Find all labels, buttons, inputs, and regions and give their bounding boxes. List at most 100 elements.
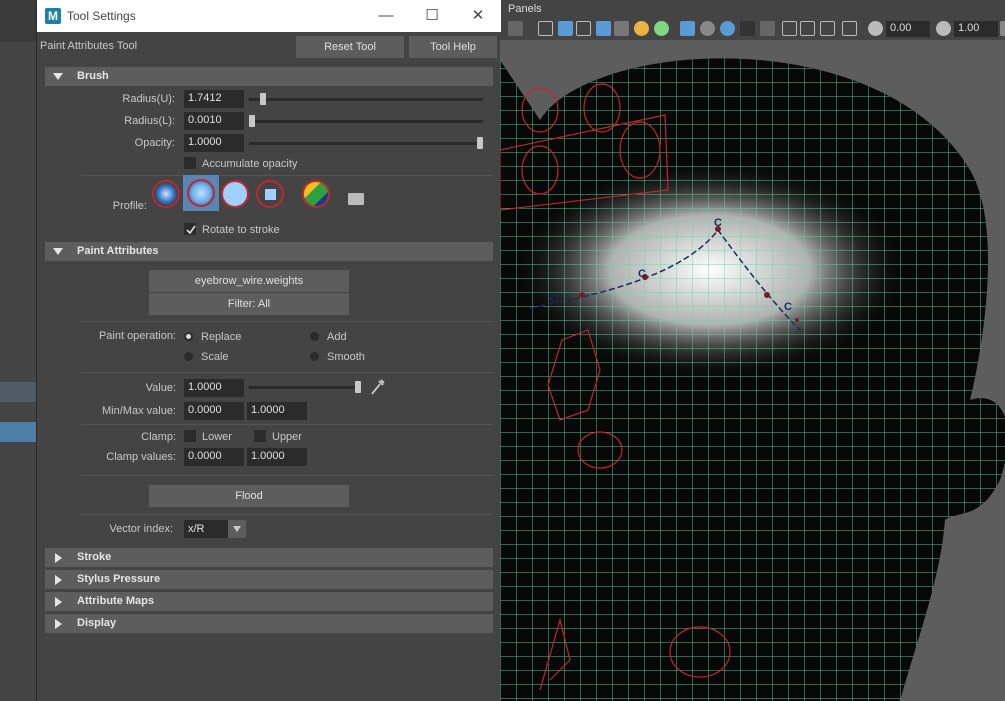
radius-l-slider[interactable] — [249, 120, 483, 123]
max-value-field[interactable]: 1.0000 — [247, 402, 307, 420]
filter-button[interactable]: Filter: All — [149, 293, 349, 315]
gamma-icon[interactable] — [936, 21, 951, 36]
section-display-header[interactable]: Display — [45, 614, 493, 633]
exposure-icon[interactable] — [868, 21, 883, 36]
value-field[interactable]: 1.0000 — [184, 379, 244, 397]
section-stroke-header[interactable]: Stroke — [45, 548, 493, 567]
bounding-box-icon[interactable] — [576, 21, 591, 36]
opacity-field[interactable]: 1.0000 — [184, 134, 244, 152]
clamp-lower-checkbox[interactable] — [184, 430, 196, 442]
menu-panels[interactable]: Panels — [508, 3, 542, 15]
resolution-gate-icon[interactable] — [782, 21, 797, 36]
folder-icon[interactable] — [348, 193, 364, 205]
tool-help-button[interactable]: Tool Help — [409, 36, 497, 58]
close-button[interactable]: ✕ — [455, 0, 501, 32]
radio-scale[interactable] — [184, 352, 193, 361]
profile-gaussian-icon[interactable] — [152, 180, 180, 208]
wireframe-on-shaded-icon[interactable] — [596, 21, 611, 36]
isolate-icon[interactable] — [720, 21, 735, 36]
clamp-max-field[interactable]: 1.0000 — [247, 448, 307, 466]
section-attribute-maps-header[interactable]: Attribute Maps — [45, 592, 493, 611]
attribute-select-button[interactable]: eyebrow_wire.weights — [149, 270, 349, 292]
head-mesh-scene[interactable]: C C C C — [500, 40, 1005, 701]
radius-u-field[interactable]: 1.7412 — [184, 90, 244, 108]
section-stylus-pressure-header[interactable]: Stylus Pressure — [45, 570, 493, 589]
rotate-to-stroke-label: Rotate to stroke — [202, 224, 280, 236]
accumulate-opacity-label: Accumulate opacity — [202, 158, 298, 170]
grid-icon[interactable] — [508, 21, 523, 36]
radius-l-slider-thumb[interactable] — [249, 115, 255, 127]
vector-index-value: x/R — [188, 523, 205, 535]
opacity-label: Opacity: — [134, 137, 175, 149]
wireframe-cube-icon[interactable] — [538, 21, 553, 36]
gate-mask-icon[interactable] — [800, 21, 815, 36]
value-slider-thumb[interactable] — [355, 381, 361, 393]
clamp-min-field[interactable]: 0.0000 — [184, 448, 244, 466]
collapse-arrow-icon — [55, 597, 62, 607]
color-management-icon[interactable] — [1000, 21, 1005, 36]
profile-image-icon[interactable] — [302, 180, 330, 208]
opacity-slider[interactable] — [249, 142, 483, 145]
clamp-upper-checkbox[interactable] — [254, 430, 266, 442]
radio-add[interactable] — [310, 332, 319, 341]
xray-joints-icon[interactable] — [700, 21, 715, 36]
safe-action-icon[interactable] — [842, 21, 857, 36]
background-panel-top — [0, 0, 36, 42]
radio-smooth[interactable] — [310, 352, 319, 361]
radius-u-slider-thumb[interactable] — [260, 93, 267, 105]
flood-button[interactable]: Flood — [149, 485, 349, 507]
window-title: Tool Settings — [67, 9, 136, 23]
motion-blur-icon[interactable] — [760, 21, 775, 36]
separator — [81, 424, 493, 425]
clamp-upper-label: Upper — [272, 431, 302, 443]
min-value-field[interactable]: 0.0000 — [184, 402, 244, 420]
profile-solid-icon[interactable] — [221, 180, 249, 208]
clamp-label: Clamp: — [141, 431, 176, 443]
section-brush-header[interactable]: Brush — [45, 67, 493, 86]
section-paint-attributes-header[interactable]: Paint Attributes — [45, 242, 493, 261]
maximize-button[interactable]: ☐ — [409, 0, 455, 32]
gamma-field[interactable]: 1.00 — [954, 21, 998, 37]
minmax-label: Min/Max value: — [102, 405, 176, 417]
profile-square-icon[interactable] — [256, 180, 284, 208]
smooth-shade-icon[interactable] — [558, 21, 573, 36]
tool-name-label: Paint Attributes Tool — [40, 40, 138, 52]
value-slider[interactable] — [249, 386, 361, 389]
profile-soft-icon[interactable] — [187, 179, 215, 207]
field-chart-icon[interactable] — [820, 21, 835, 36]
radius-u-label: Radius(U): — [122, 93, 175, 105]
rotate-to-stroke-checkbox[interactable] — [184, 223, 196, 235]
eyedropper-icon[interactable] — [370, 378, 386, 396]
background-selected-row — [0, 422, 36, 442]
radius-l-field[interactable]: 0.0010 — [184, 112, 244, 130]
vector-index-dropdown[interactable]: x/R — [184, 520, 246, 538]
viewport-panel[interactable]: Panels 0.00 1.00 C C C C — [500, 0, 1005, 701]
chevron-down-icon — [228, 520, 246, 538]
background-strip — [0, 0, 36, 701]
opacity-slider-thumb[interactable] — [477, 137, 483, 149]
svg-text:C: C — [638, 268, 646, 280]
collapse-arrow-icon — [55, 553, 62, 563]
ambient-occlusion-icon[interactable] — [740, 21, 755, 36]
minimize-button[interactable]: — — [363, 0, 409, 32]
window-titlebar[interactable]: M Tool Settings — ☐ ✕ — [37, 0, 501, 32]
separator — [81, 321, 493, 322]
background-highlight-row — [0, 382, 36, 402]
shadows-icon[interactable] — [654, 21, 669, 36]
radio-replace[interactable] — [184, 332, 193, 341]
clamp-lower-label: Lower — [202, 431, 232, 443]
viewport-toolbar: 0.00 1.00 — [500, 18, 1005, 40]
accumulate-opacity-checkbox[interactable] — [184, 157, 196, 169]
textured-icon[interactable] — [614, 21, 629, 36]
checkmark-icon — [186, 225, 196, 235]
exposure-field[interactable]: 0.00 — [886, 21, 930, 37]
clamp-values-label: Clamp values: — [106, 451, 176, 463]
reset-tool-button[interactable]: Reset Tool — [296, 36, 404, 58]
xray-icon[interactable] — [680, 21, 695, 36]
radius-u-slider[interactable] — [249, 98, 483, 101]
light-icon[interactable] — [634, 21, 649, 36]
svg-text:C: C — [714, 217, 722, 229]
separator — [81, 514, 493, 515]
tool-settings-window: M Tool Settings — ☐ ✕ Paint Attributes T… — [36, 0, 501, 701]
radio-replace-label: Replace — [201, 331, 242, 343]
